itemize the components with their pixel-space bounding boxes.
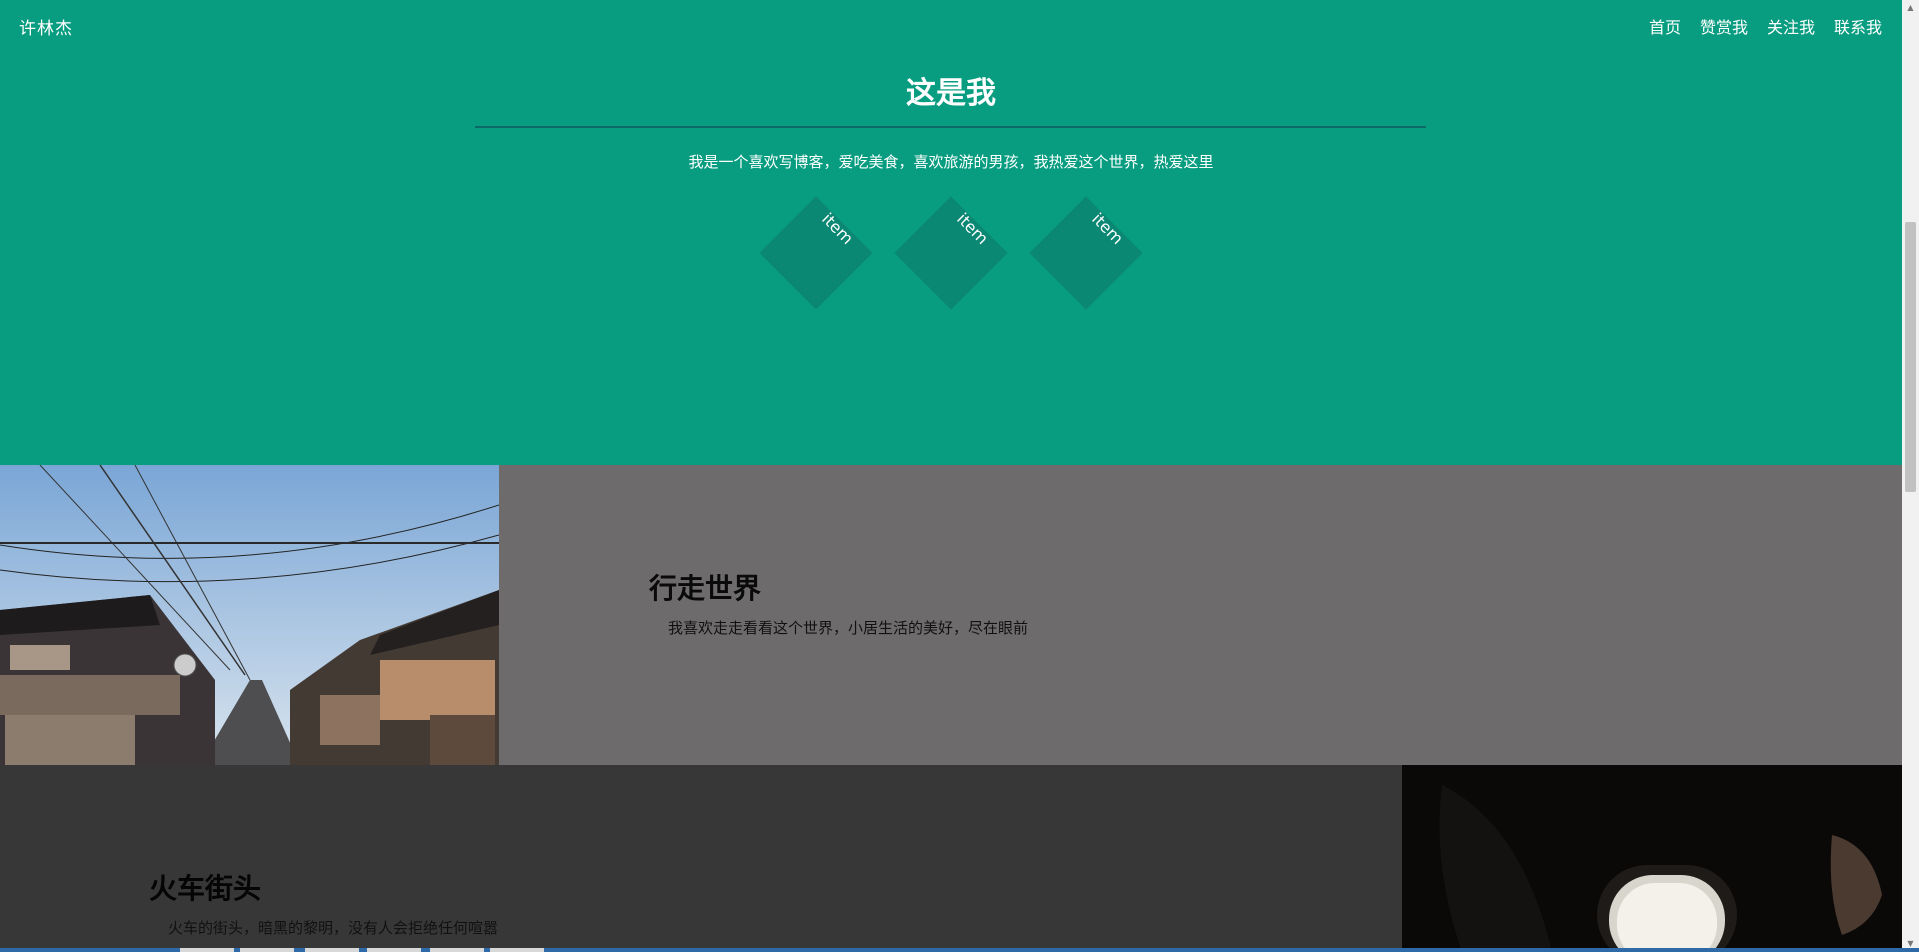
top-nav: 首页 赞赏我 关注我 联系我 [1630,14,1882,38]
nav-link-contact[interactable]: 联系我 [1834,14,1882,38]
street-photo [0,465,499,765]
taskbar-tab[interactable] [305,948,359,952]
page: 许林杰 首页 赞赏我 关注我 联系我 这是我 我是一个喜欢写博客，爱吃美食，喜欢… [0,0,1902,952]
train-text: 火车的街头，暗黑的黎明，没有人会拒绝任何喧嚣 [168,919,499,937]
plane-window-photo [1402,765,1902,952]
diamond-item-1[interactable]: item [759,196,873,310]
travel-title: 行走世界 [649,572,762,605]
diamond-item-label: item [1088,209,1128,249]
diamond-item-2[interactable]: item [894,196,1008,310]
hero-section: 许林杰 首页 赞赏我 关注我 联系我 这是我 我是一个喜欢写博客，爱吃美食，喜欢… [0,0,1902,465]
taskbar-tab[interactable] [430,948,484,952]
site-brand[interactable]: 许林杰 [19,14,73,39]
train-title: 火车街头 [149,872,262,905]
hero-subtitle: 我是一个喜欢写博客，爱吃美食，喜欢旅游的男孩，我热爱这个世界，热爱这里 [688,153,1214,171]
taskbar-tab[interactable] [490,948,544,952]
nav-link-reward[interactable]: 赞赏我 [1700,14,1748,38]
street-image [0,465,499,765]
taskbar-tab[interactable] [240,948,294,952]
taskbar-tab[interactable] [180,948,234,952]
diamond-item-label: item [953,209,993,249]
diamond-item-label: item [818,209,858,249]
scrollbar-thumb[interactable] [1905,222,1916,492]
train-section: 火车街头 火车的街头，暗黑的黎明，没有人会拒绝任何喧嚣 [0,765,1902,952]
nav-link-follow[interactable]: 关注我 [1767,14,1815,38]
scroll-up-icon[interactable]: ▲ [1902,0,1919,16]
diamond-item-3[interactable]: item [1029,196,1143,310]
vertical-scrollbar[interactable]: ▲ ▼ [1902,0,1919,952]
nav-link-home[interactable]: 首页 [1649,14,1681,38]
travel-text: 我喜欢走走看看这个世界，小居生活的美好，尽在眼前 [668,619,1029,637]
title-divider [475,126,1426,128]
plane-window-image [1402,765,1902,952]
taskbar-tab[interactable] [367,948,421,952]
page-title: 这是我 [906,76,996,111]
travel-section: 行走世界 我喜欢走走看看这个世界，小居生活的美好，尽在眼前 [0,465,1902,765]
